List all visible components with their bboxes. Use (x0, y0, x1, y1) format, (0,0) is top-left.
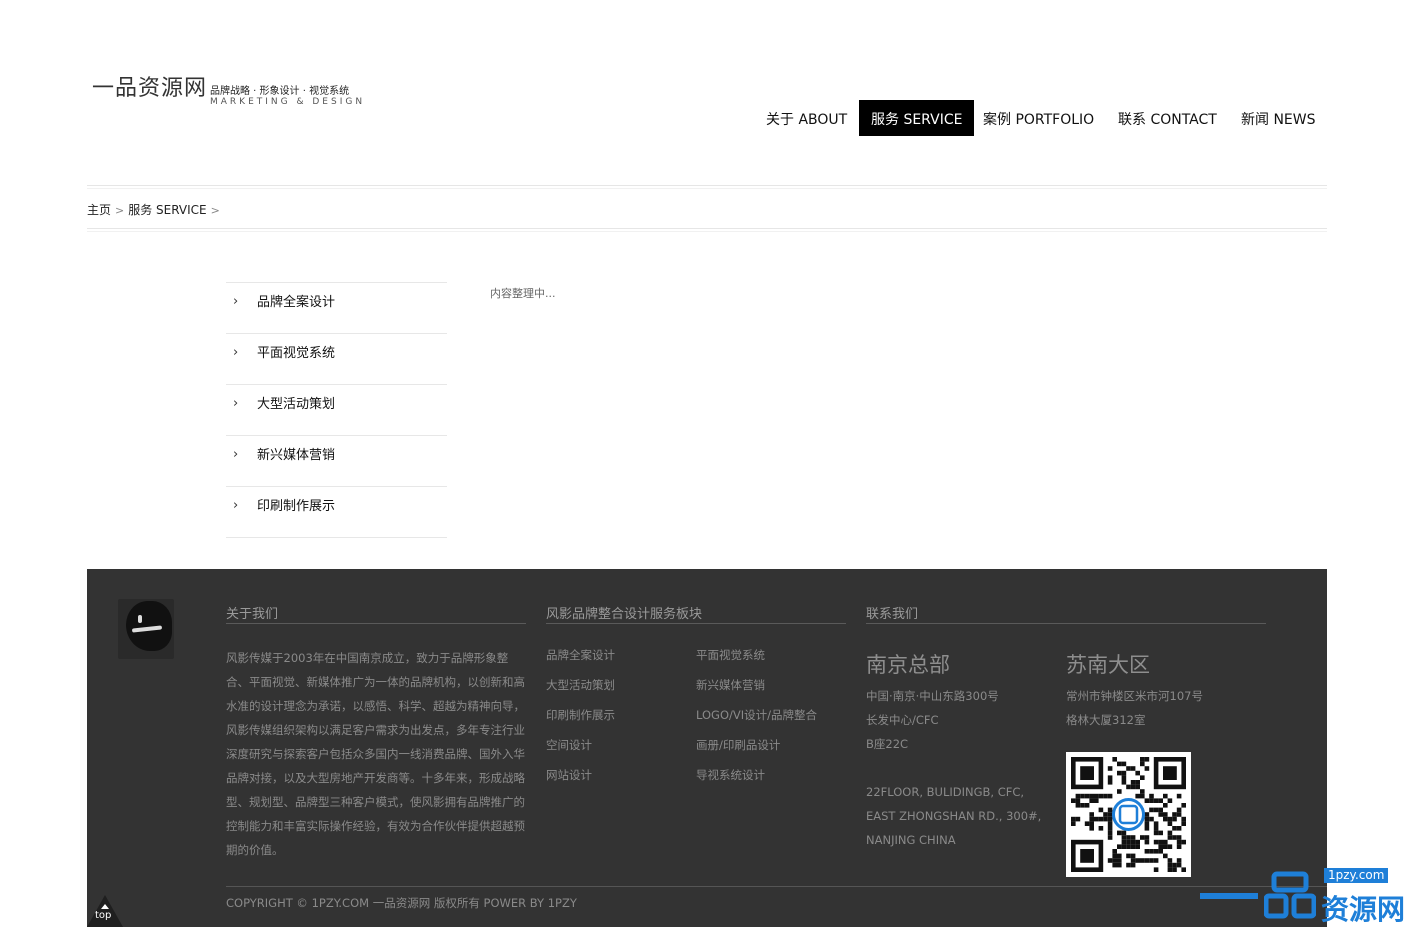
branch-address-line: 格林大厦312室 (1066, 713, 1146, 727)
footer-service-link[interactable]: 空间设计 (546, 737, 592, 753)
sidebar-item-event-planning[interactable]: › 大型活动策划 (226, 384, 447, 435)
logo-english-name: MARKETING & DESIGN (210, 97, 366, 107)
nav-about[interactable]: 关于 ABOUT (754, 100, 859, 136)
main-content-placeholder: 内容整理中... (490, 287, 556, 300)
hq-address-line: 长发中心/CFC (866, 713, 939, 727)
chevron-right-icon: › (233, 345, 239, 360)
nav-contact[interactable]: 联系 CONTACT (1106, 100, 1229, 136)
footer-services-title: 风影品牌整合设计服务板块 (546, 607, 703, 622)
nav-news[interactable]: 新闻 NEWS (1229, 100, 1328, 136)
sidebar-item-label: 印刷制作展示 (257, 499, 336, 514)
site-logo[interactable]: 一品资源网 品牌战略 · 形象设计 · 视觉系统 MARKETING & DES… (92, 70, 382, 115)
logo-chinese-name: 一品资源网 (92, 76, 208, 101)
sidebar-item-label: 大型活动策划 (257, 397, 336, 412)
footer-contact-title: 联系我们 (866, 607, 919, 622)
sidebar-item-brand-design[interactable]: › 品牌全案设计 (226, 282, 447, 333)
watermark-bar (1200, 893, 1258, 899)
copyright-text: COPYRIGHT © 1PZY.COM 一品资源网 版权所有 POWER BY… (226, 896, 577, 910)
branch-city-title: 苏南大区 (1066, 653, 1150, 677)
footer-service-link[interactable]: 平面视觉系统 (696, 647, 765, 663)
footer-about-text: 风影传媒于2003年在中国南京成立，致力于品牌形象整合、平面视觉、新媒体推广为一… (226, 651, 525, 857)
breadcrumb-divider-secondary (87, 231, 1327, 232)
hq-address-en-line: EAST ZHONGSHAN RD., 300#, (866, 809, 1042, 823)
hq-address-en-line: NANJING CHINA (866, 833, 956, 847)
watermark-brand: 资源网 (1321, 893, 1406, 926)
watermark-logo: 1pzy.com 资源网 (1200, 866, 1414, 927)
qr-code-icon (1066, 752, 1191, 877)
breadcrumb-separator: > (210, 204, 220, 217)
watermark-domain: 1pzy.com (1324, 868, 1389, 883)
footer-service-link[interactable]: 画册/印刷品设计 (696, 737, 780, 753)
qr-code-graphic (1066, 752, 1191, 877)
footer-service-link[interactable]: 印刷制作展示 (546, 707, 615, 723)
chevron-right-icon: › (233, 447, 239, 462)
footer-services-underline (546, 623, 846, 624)
nav-service[interactable]: 服务 SERVICE (859, 100, 975, 136)
pin-logo-icon (1264, 871, 1316, 919)
hq-address-line: 中国·南京·中山东路300号 (866, 689, 999, 703)
footer-about-title: 关于我们 (226, 607, 279, 622)
header-divider (87, 185, 1327, 186)
footer-service-link[interactable]: 导视系统设计 (696, 767, 765, 783)
footer-logo-image (118, 599, 174, 659)
breadcrumb-current-link[interactable]: 服务 SERVICE (128, 203, 206, 217)
footer-service-link[interactable]: 大型活动策划 (546, 677, 615, 693)
footer-about-underline (226, 623, 526, 624)
arrow-up-icon (101, 904, 109, 909)
breadcrumb-separator: > (115, 204, 125, 217)
footer-service-link[interactable]: 品牌全案设计 (546, 647, 615, 663)
copyright-divider (226, 886, 1327, 887)
breadcrumb: 主页 > 服务 SERVICE > (87, 201, 224, 218)
hq-address-line: B座22C (866, 737, 909, 751)
branch-address-line: 常州市钟楼区米市河107号 (1066, 689, 1203, 703)
sidebar-item-visual-system[interactable]: › 平面视觉系统 (226, 333, 447, 384)
sidebar-item-label: 新兴媒体营销 (257, 448, 336, 463)
sidebar-item-label: 品牌全案设计 (257, 295, 336, 310)
footer-service-link[interactable]: 网站设计 (546, 767, 592, 783)
footer: 关于我们 风影传媒于2003年在中国南京成立，致力于品牌形象整合、平面视觉、新媒… (87, 569, 1327, 927)
sidebar-item-print[interactable]: › 印刷制作展示 (226, 486, 447, 538)
footer-service-link[interactable]: 新兴媒体营销 (696, 677, 765, 693)
sidebar-item-new-media[interactable]: › 新兴媒体营销 (226, 435, 447, 486)
hq-address-en-line: 22FLOOR, BULIDINGB, CFC, (866, 785, 1025, 799)
breadcrumb-divider (87, 228, 1327, 229)
back-to-top-label: top (95, 910, 112, 921)
nav-portfolio[interactable]: 案例 PORTFOLIO (971, 100, 1106, 136)
footer-contact-underline (866, 623, 1266, 624)
chevron-right-icon: › (233, 498, 239, 513)
chevron-right-icon: › (233, 396, 239, 411)
footer-service-link[interactable]: LOGO/VI设计/品牌整合 (696, 707, 817, 723)
header-divider-secondary (87, 188, 1327, 189)
back-to-top-button[interactable]: top (87, 895, 123, 927)
ink-dot-shape (138, 615, 142, 623)
hq-city-title: 南京总部 (866, 653, 950, 677)
breadcrumb-home-link[interactable]: 主页 (87, 203, 111, 217)
chevron-right-icon: › (233, 294, 239, 309)
service-sidebar: › 品牌全案设计 › 平面视觉系统 › 大型活动策划 › 新兴媒体营销 › 印刷… (226, 282, 447, 538)
sidebar-item-label: 平面视觉系统 (257, 346, 336, 361)
logo-tagline: 品牌战略 · 形象设计 · 视觉系统 (210, 86, 350, 97)
